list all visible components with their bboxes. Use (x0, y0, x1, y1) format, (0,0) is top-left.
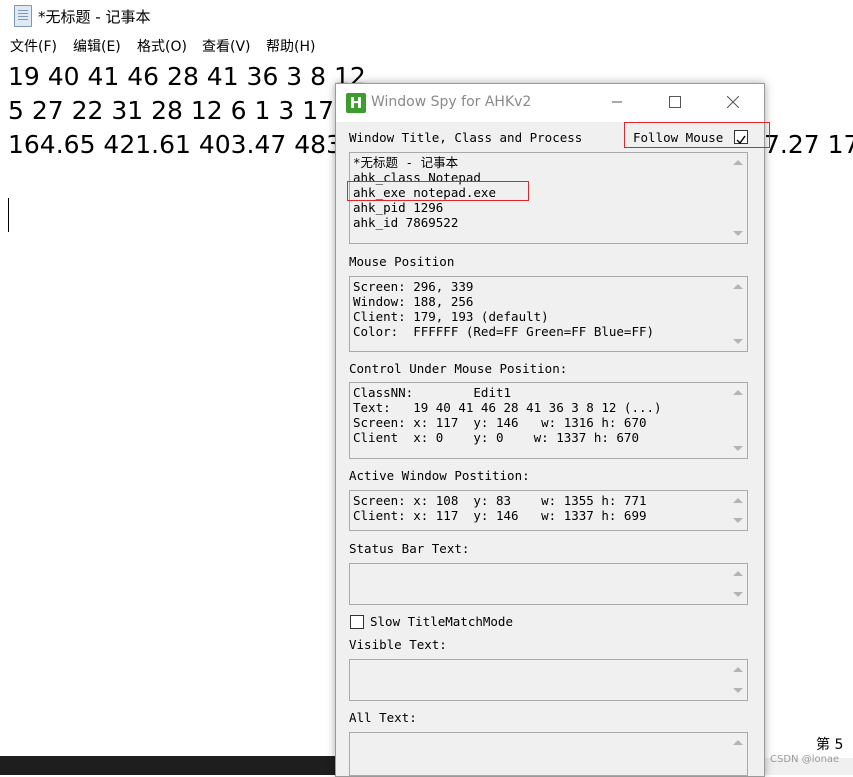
statusbar-text-label: Status Bar Text: (349, 541, 470, 556)
active-window-label: Active Window Postition: (349, 468, 530, 483)
window-section-label: Window Title, Class and Process (349, 130, 583, 145)
minimize-button[interactable] (594, 91, 640, 115)
scroll-up-icon (733, 740, 743, 745)
active-window-textbox[interactable]: Screen: x: 108 y: 83 w: 1355 h: 771 Clien… (349, 490, 748, 531)
ahk-exe-highlight (347, 181, 529, 201)
visible-text-textbox[interactable] (349, 659, 748, 701)
scrollbar[interactable] (730, 733, 747, 775)
text-line-fragment: 7.27 17 (764, 130, 853, 159)
control-textbox[interactable]: ClassNN: Edit1 Text: 19 40 41 46 28 41 36… (349, 382, 748, 459)
window-spy-dialog: H Window Spy for AHKv2 Window Title, Cla… (335, 83, 770, 777)
status-page-indicator: 第 5 (816, 737, 844, 753)
mouse-position-label: Mouse Position (349, 254, 455, 269)
scroll-down-icon (733, 688, 743, 693)
maximize-icon (669, 96, 681, 108)
scrollbar[interactable] (730, 277, 747, 351)
scroll-down-icon (733, 231, 743, 236)
scrollbar[interactable] (730, 564, 747, 604)
text-line: 164.65 421.61 403.47 483 (8, 130, 342, 159)
scroll-up-icon (733, 390, 743, 395)
slow-titlematch-checkbox[interactable] (350, 615, 364, 629)
menu-edit[interactable]: 编辑(E) (73, 36, 121, 56)
scroll-down-icon (733, 446, 743, 451)
scroll-up-icon (733, 571, 743, 576)
notepad-window-title: *无标题 - 记事本 (38, 8, 151, 26)
menu-help[interactable]: 帮助(H) (266, 36, 315, 56)
scroll-down-icon (733, 518, 743, 523)
watermark: CSDN @lonae (770, 754, 840, 765)
mouse-position-textbox[interactable]: Screen: 296, 339 Window: 188, 256 Client: … (349, 276, 748, 352)
control-label: Control Under Mouse Position: (349, 361, 568, 376)
scroll-up-icon (733, 498, 743, 503)
text-caret (8, 198, 9, 232)
notepad-menubar: 文件(F) 编辑(E) 格式(O) 查看(V) 帮助(H) (0, 32, 853, 58)
close-button[interactable] (710, 91, 756, 115)
ahk-logo-icon: H (346, 93, 366, 113)
text-line: 19 40 41 46 28 41 36 3 8 12 (8, 62, 366, 91)
visible-text-label: Visible Text: (349, 637, 447, 652)
slow-titlematch-label[interactable]: Slow TitleMatchMode (370, 614, 513, 629)
scrollbar[interactable] (730, 383, 747, 458)
menu-format[interactable]: 格式(O) (137, 36, 187, 56)
scroll-up-icon (733, 160, 743, 165)
scrollbar[interactable] (730, 660, 747, 700)
minimize-icon (612, 101, 622, 103)
close-icon (726, 95, 740, 109)
scroll-down-icon (733, 339, 743, 344)
control-text: ClassNN: Edit1 Text: 19 40 41 46 28 41 36… (353, 385, 662, 445)
menu-view[interactable]: 查看(V) (202, 36, 251, 56)
notepad-titlebar: *无标题 - 记事本 (0, 0, 853, 32)
scroll-down-icon (733, 592, 743, 597)
active-window-text: Screen: x: 108 y: 83 w: 1355 h: 771 Clien… (353, 493, 647, 523)
text-line: 5 27 22 31 28 12 6 1 3 17 (8, 96, 335, 125)
scroll-up-icon (733, 284, 743, 289)
scrollbar[interactable] (730, 491, 747, 530)
follow-mouse-highlight (624, 122, 770, 148)
scrollbar[interactable] (730, 153, 747, 243)
all-text-label: All Text: (349, 710, 417, 725)
statusbar-textbox[interactable] (349, 563, 748, 605)
mouse-position-text: Screen: 296, 339 Window: 188, 256 Client: … (353, 279, 655, 339)
menu-file[interactable]: 文件(F) (10, 36, 57, 56)
spy-window-title: Window Spy for AHKv2 (371, 94, 532, 110)
notepad-app-icon (14, 5, 32, 27)
scroll-up-icon (733, 667, 743, 672)
all-text-textbox[interactable] (349, 732, 748, 776)
spy-titlebar[interactable]: H Window Spy for AHKv2 (336, 84, 764, 122)
maximize-button[interactable] (652, 91, 698, 115)
